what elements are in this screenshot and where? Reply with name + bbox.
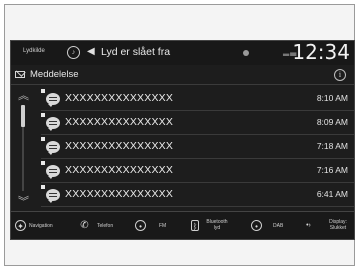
notification-dot-icon [243, 50, 249, 56]
message-sender: XXXXXXXXXXXXXXX [65, 164, 174, 176]
info-icon[interactable]: i [334, 69, 346, 81]
message-time: 7:16 AM [316, 165, 348, 175]
message-row[interactable]: XXXXXXXXXXXXXXX 7:16 AM [41, 159, 354, 183]
nav-bluetooth-label: Bluetooth lyd [203, 219, 231, 231]
nav-fm-label: FM [159, 223, 167, 229]
display-off-icon: •› [306, 222, 311, 229]
speech-bubble-icon [46, 117, 60, 131]
nav-navigation-label: Navigation [29, 223, 53, 229]
nav-bluetooth-button[interactable]: ᛒ Bluetooth lyd [191, 212, 249, 240]
message-sender: XXXXXXXXXXXXXXX [65, 140, 174, 152]
nav-fm-button[interactable]: • FM [135, 212, 181, 240]
nav-display-button[interactable]: •› Display: Slukket [303, 212, 355, 240]
message-time: 8:09 AM [316, 117, 348, 127]
speech-bubble-icon [46, 165, 60, 179]
message-sender: XXXXXXXXXXXXXXX [65, 92, 174, 104]
unread-flag-icon [41, 137, 45, 141]
nav-telefon-button[interactable]: ✆ Telefon [79, 212, 131, 240]
unread-flag-icon [41, 113, 45, 117]
message-list: XXXXXXXXXXXXXXX 8:10 AM XXXXXXXXXXXXXXX … [41, 87, 354, 207]
screen-header: Meddelelse i [11, 65, 354, 85]
nav-telefon-label: Telefon [97, 223, 114, 229]
message-sender: XXXXXXXXXXXXXXX [65, 116, 174, 128]
status-bar: Lydkilde ♪ ◀ Lyd er slået fra ▂▃ 12:34 [11, 40, 354, 65]
envelope-icon [15, 71, 25, 78]
scrollbar-thumb[interactable] [21, 105, 25, 127]
nav-display-label-line2: Slukket [329, 225, 347, 231]
nav-navigation-button[interactable]: ✦ Navigation [15, 212, 75, 240]
radio-icon: • [135, 220, 146, 231]
message-row[interactable]: XXXXXXXXXXXXXXX 8:09 AM [41, 111, 354, 135]
nav-dab-button[interactable]: • DAB [251, 212, 299, 240]
bottom-nav: ✦ Navigation ✆ Telefon • FM ᛒ Bluetooth … [11, 211, 354, 239]
clock: 12:34 [292, 40, 350, 64]
message-row[interactable]: XXXXXXXXXXXXXXX 7:18 AM [41, 135, 354, 159]
infotainment-screen: Lydkilde ♪ ◀ Lyd er slået fra ▂▃ 12:34 M… [10, 40, 355, 240]
speech-bubble-icon [46, 93, 60, 107]
message-time: 6:41 AM [316, 189, 348, 199]
nav-bluetooth-label-line2: lyd [213, 225, 221, 231]
nav-dab-label: DAB [273, 223, 284, 229]
bluetooth-icon: ᛒ [191, 220, 199, 231]
message-row[interactable]: XXXXXXXXXXXXXXX 8:10 AM [41, 87, 354, 111]
mic-icon[interactable]: ♪ [67, 46, 80, 59]
message-row[interactable]: XXXXXXXXXXXXXXX 6:41 AM [41, 183, 354, 207]
message-sender: XXXXXXXXXXXXXXX [65, 188, 174, 200]
chevron-down-icon[interactable]: ︾ [18, 193, 29, 209]
unread-flag-icon [41, 89, 45, 93]
radio-icon: • [251, 220, 262, 231]
message-time: 7:18 AM [316, 141, 348, 151]
message-time: 8:10 AM [316, 93, 348, 103]
chevron-up-icon[interactable]: ︽ [18, 87, 29, 103]
unread-flag-icon [41, 185, 45, 189]
scroll-column: ︽ ︾ [13, 87, 37, 209]
nav-display-label: Display: Slukket [323, 219, 353, 231]
phone-icon: ✆ [80, 220, 89, 231]
unread-flag-icon [41, 161, 45, 165]
page-title: Meddelelse [30, 69, 79, 80]
speaker-mute-icon: ◀ [87, 46, 95, 57]
compass-icon: ✦ [15, 220, 26, 231]
speech-bubble-icon [46, 141, 60, 155]
speech-bubble-icon [46, 189, 60, 203]
mute-status-text: Lyd er slået fra [101, 46, 171, 58]
source-label[interactable]: Lydkilde [23, 48, 45, 54]
